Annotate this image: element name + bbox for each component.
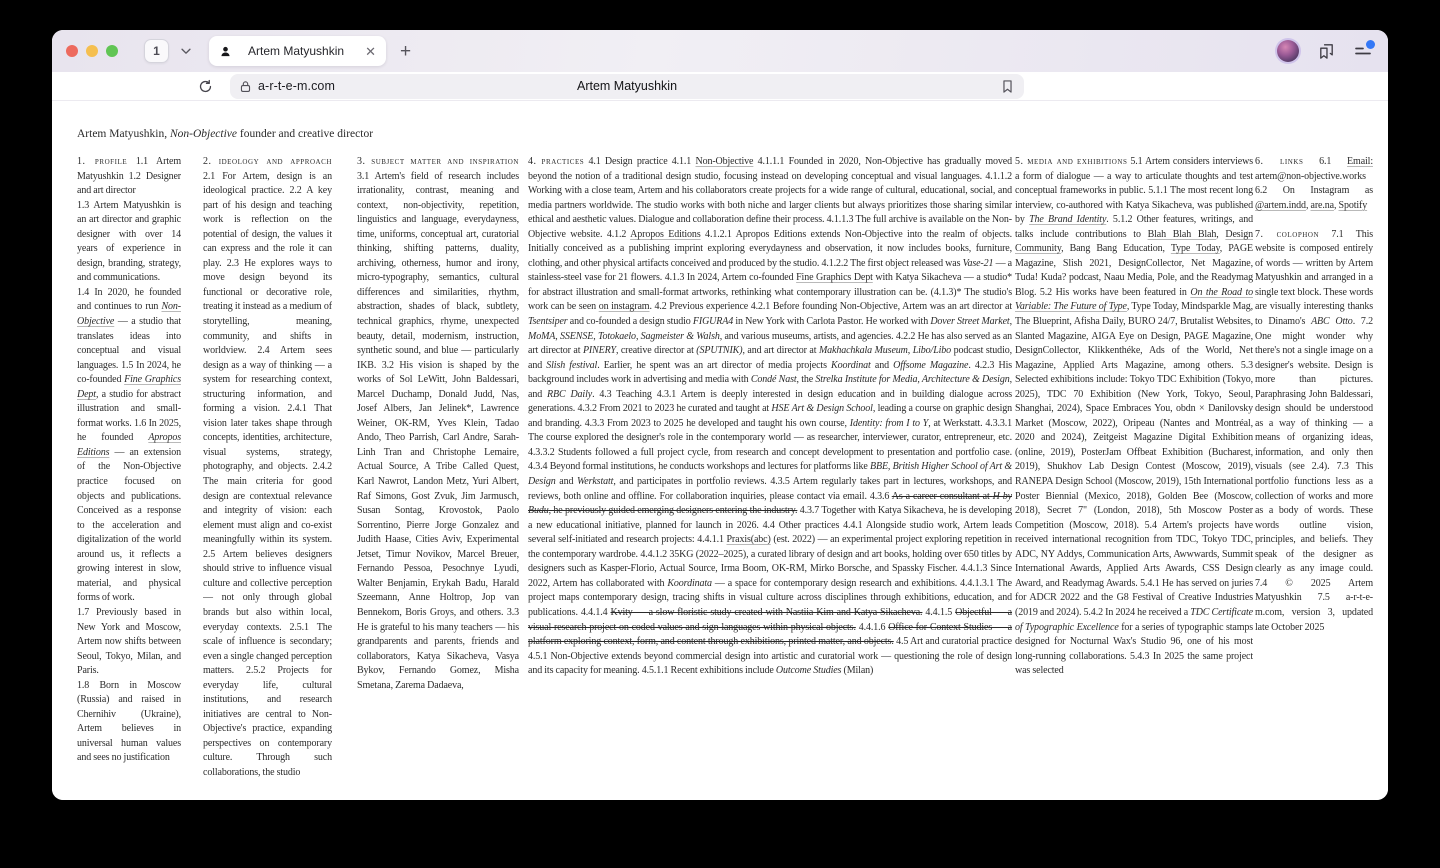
desktop-background: 1 Artem Matyushkin ✕ + a-r-t-e-m.com Art… (0, 0, 1440, 868)
text-link[interactable]: On the Road to Variable: The Future of T… (1015, 287, 1253, 313)
close-window-button[interactable] (66, 45, 78, 57)
text-link[interactable]: Praxis(abc) (726, 534, 770, 545)
address-bar[interactable]: a-r-t-e-m.com Artem Matyushkin (230, 73, 1024, 99)
tab-counter-button[interactable]: 1 (144, 39, 169, 63)
text-link[interactable]: Apropos Editions (77, 432, 181, 458)
active-tab[interactable]: Artem Matyushkin ✕ (209, 36, 386, 66)
window-controls (52, 45, 118, 57)
close-tab-icon[interactable]: ✕ (365, 45, 376, 58)
address-bar-page-title: Artem Matyushkin (576, 79, 678, 93)
tab-list-chevron-icon[interactable] (179, 43, 195, 59)
text-link[interactable]: Fine Graphics Dept (77, 374, 181, 400)
text-link[interactable]: on instagram (599, 301, 650, 312)
browser-tab-bar: 1 Artem Matyushkin ✕ + (52, 30, 1388, 72)
text-link[interactable]: Non-Objective (77, 301, 181, 327)
bookmark-icon[interactable] (1001, 74, 1014, 99)
column-ideology-and-approach: 2. ideology and approach 2.1 For Artem, … (203, 156, 332, 778)
text-link[interactable]: @artem.indd (1255, 200, 1306, 211)
webpage-content: Artem Matyushkin, Non-Objective founder … (52, 101, 1388, 800)
text-link[interactable]: Spotify (1339, 200, 1368, 211)
text-link[interactable]: Fine Graphics Dept (796, 272, 873, 283)
text-link[interactable]: The Brand Identity (1029, 214, 1106, 225)
text-link[interactable]: Non-Objective (695, 156, 753, 167)
tab-bar-right-controls (1277, 30, 1375, 72)
text-link[interactable]: Email: (1347, 156, 1373, 167)
notification-dot (1366, 40, 1375, 49)
column-subject-matter-and-inspiration: 3. subject matter and inspiration 3.1 Ar… (357, 156, 519, 691)
text-link[interactable]: Apropos Editions (630, 229, 701, 240)
reload-icon[interactable] (198, 79, 213, 94)
column-media-and-exhibitions: 5. media and exhibitions 5.1 Artem consi… (1015, 156, 1253, 677)
tab-title: Artem Matyushkin (248, 44, 345, 58)
browser-menu-icon[interactable] (1354, 40, 1375, 59)
browser-nav-bar: a-r-t-e-m.com Artem Matyushkin (52, 72, 1388, 101)
new-tab-button[interactable]: + (400, 42, 411, 61)
profile-avatar[interactable] (1277, 40, 1299, 62)
url-text[interactable]: a-r-t-e-m.com (258, 79, 335, 93)
text-link[interactable]: Type Today (1171, 243, 1220, 254)
person-favicon-icon (219, 44, 233, 58)
bookmarks-panel-icon[interactable] (1317, 42, 1336, 61)
text-link[interactable]: are.na (1311, 200, 1335, 211)
page-header: Artem Matyushkin, Non-Objective founder … (77, 128, 374, 140)
column-links-and-colophon: 6. links 6.1 Email: artem@non-objective.… (1255, 156, 1373, 633)
browser-window: 1 Artem Matyushkin ✕ + a-r-t-e-m.com Art… (52, 30, 1388, 800)
column-profile: 1. profile 1.1 Artem Matyushkin 1.2 Desi… (77, 156, 181, 764)
minimize-window-button[interactable] (86, 45, 98, 57)
text-link[interactable]: Blah Blah Blah (1148, 229, 1217, 240)
column-practices: 4. practices 4.1 Design practice 4.1.1 N… (528, 156, 1012, 677)
text-columns: 1. profile 1.1 Artem Matyushkin 1.2 Desi… (52, 155, 1388, 800)
fullscreen-window-button[interactable] (106, 45, 118, 57)
lock-icon[interactable] (240, 80, 251, 93)
